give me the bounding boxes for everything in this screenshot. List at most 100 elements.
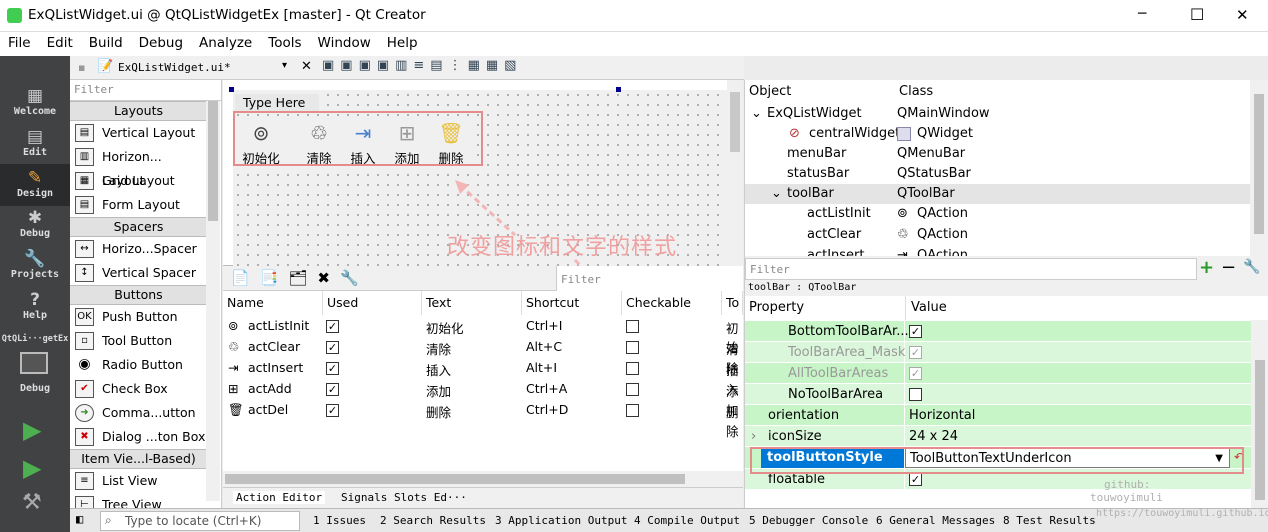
used-checkbox[interactable]: ✓	[326, 341, 339, 354]
widget-horizontal-layout[interactable]: ▥ Horizon... Layout	[70, 145, 207, 188]
document-filename[interactable]: ExQListWidget.ui*	[118, 61, 231, 74]
property-checkbox[interactable]: ✓	[909, 367, 922, 380]
minimize-button[interactable]: ─	[1138, 6, 1146, 22]
maximize-button[interactable]: ☐	[1190, 5, 1204, 24]
object-inspector-scrollbar[interactable]	[1250, 80, 1268, 256]
col-class[interactable]: Class	[895, 80, 933, 104]
pane-issues[interactable]: 1 Issues	[313, 514, 366, 527]
pane-general-messages[interactable]: 6 General Messages	[876, 514, 995, 527]
property-value[interactable]: ✓	[905, 342, 1251, 363]
mode-welcome[interactable]: ▦ Welcome	[0, 86, 70, 124]
widget-vertical-spacer[interactable]: ↕ Vertical Spacer	[70, 261, 207, 285]
tree-row[interactable]: actInsert ⇥ QAction	[745, 246, 1251, 256]
action-filter-input[interactable]: Filter	[556, 266, 743, 291]
chevron-right-icon[interactable]: ›	[751, 426, 756, 447]
form-editor-tools[interactable]: ▣▣▣▣▥≡▤⋮▦▦▧	[322, 58, 522, 73]
tree-row[interactable]: ⊘ centralWidget QWidget	[745, 124, 1251, 144]
tree-row[interactable]: actClear ♲ QAction	[745, 225, 1251, 245]
close-document-icon[interactable]: ✕	[301, 59, 312, 74]
pane-search-results[interactable]: 2 Search Results	[380, 514, 486, 527]
menu-file[interactable]: File	[0, 32, 39, 51]
property-filter-input[interactable]: Filter	[745, 258, 1197, 280]
configure-wrench-icon[interactable]: 🔧	[1243, 259, 1260, 275]
tree-row[interactable]: ⌄ ExQListWidget QMainWindow	[745, 104, 1251, 124]
remove-property-icon[interactable]: −	[1221, 257, 1236, 278]
scrollbar-thumb[interactable]	[730, 92, 740, 152]
widget-filter-input[interactable]: Filter	[70, 80, 221, 101]
checkable-checkbox[interactable]	[626, 383, 639, 396]
table-row[interactable]: ⊞ actAdd ✓ 添加 Ctrl+A 添加	[223, 379, 743, 418]
chevron-down-icon[interactable]: ▾	[282, 60, 287, 71]
checkable-checkbox[interactable]	[626, 362, 639, 375]
widget-tool-button[interactable]: ▫ Tool Button	[70, 329, 207, 353]
monitor-icon[interactable]	[20, 352, 48, 374]
category-layouts[interactable]: Layouts	[70, 101, 207, 121]
category-spacers[interactable]: Spacers	[70, 217, 207, 237]
run-icon[interactable]: ▶	[23, 416, 41, 444]
chevron-down-icon[interactable]: ⌄	[751, 104, 762, 124]
add-dynamic-property-icon[interactable]: +	[1199, 257, 1214, 278]
menu-window[interactable]: Window	[310, 32, 379, 51]
menu-debug[interactable]: Debug	[131, 32, 191, 51]
mode-edit[interactable]: ▤ Edit	[0, 127, 70, 165]
table-row[interactable]: ⊚ actListInit ✓ 初始化 Ctrl+I 初始	[223, 316, 743, 355]
project-label[interactable]: QtQLi···getEx	[0, 334, 70, 344]
mode-help[interactable]: ? Help	[0, 290, 70, 328]
scrollbar-thumb[interactable]	[1254, 94, 1264, 234]
menu-type-here[interactable]: Type Here	[235, 94, 319, 112]
widget-dialog-button-box[interactable]: ✖ Dialog ...ton Box	[70, 425, 207, 449]
checkable-checkbox[interactable]	[626, 404, 639, 417]
scrollbar-thumb[interactable]	[208, 101, 218, 221]
tree-row[interactable]: actListInit ⊚ QAction	[745, 204, 1251, 224]
property-row[interactable]: BottomToolBarAr... ✓	[745, 321, 1251, 342]
mode-design[interactable]: ✎ Design	[0, 164, 70, 206]
tree-row[interactable]: statusBar QStatusBar	[745, 164, 1251, 184]
chevron-down-icon[interactable]: ⌄	[771, 184, 782, 204]
col-used[interactable]: Used	[323, 291, 422, 315]
checkable-checkbox[interactable]	[626, 320, 639, 333]
col-property[interactable]: Property	[745, 296, 804, 320]
used-checkbox[interactable]: ✓	[326, 383, 339, 396]
used-checkbox[interactable]: ✓	[326, 362, 339, 375]
col-shortcut[interactable]: Shortcut	[522, 291, 622, 315]
property-checkbox[interactable]: ✓	[909, 346, 922, 359]
tab-action-editor[interactable]: Action Editor	[233, 491, 326, 504]
category-buttons[interactable]: Buttons	[70, 285, 207, 305]
col-checkable[interactable]: Checkable	[622, 291, 722, 315]
selection-handle[interactable]	[229, 87, 234, 92]
property-row[interactable]: NoToolBarArea	[745, 384, 1251, 405]
category-item-views[interactable]: Item Vie...l-Based)	[70, 449, 207, 469]
pane-application-output[interactable]: 3 Application Output	[495, 514, 627, 527]
col-value[interactable]: Value	[907, 296, 947, 320]
toggle-sidebar-icon[interactable]: ◧	[76, 512, 83, 526]
widget-command-link-button[interactable]: ➜ Comma...utton	[70, 401, 207, 425]
widget-vertical-layout[interactable]: ▤ Vertical Layout	[70, 121, 207, 145]
menu-build[interactable]: Build	[81, 32, 131, 51]
menu-tools[interactable]: Tools	[260, 32, 309, 51]
selection-handle[interactable]	[616, 87, 621, 92]
property-value[interactable]: 24 x 24	[905, 426, 1251, 447]
col-name[interactable]: Name	[223, 291, 323, 315]
tab-signals-slots[interactable]: Signals Slots Ed···	[341, 491, 467, 504]
widget-grid-layout[interactable]: ▦ Grid Layout	[70, 169, 207, 193]
widget-horizontal-spacer[interactable]: ↔ Horizo...Spacer	[70, 237, 207, 261]
widget-check-box[interactable]: ✔ Check Box	[70, 377, 207, 401]
property-value[interactable]: ✓	[905, 321, 1251, 342]
widget-box-scrollbar[interactable]	[206, 101, 220, 501]
property-row[interactable]: AllToolBarAreas ✓	[745, 363, 1251, 384]
property-value[interactable]: Horizontal	[905, 405, 1251, 426]
close-button[interactable]: ✕	[1236, 6, 1249, 24]
property-value[interactable]	[905, 384, 1251, 405]
property-checkbox[interactable]	[909, 388, 922, 401]
property-checkbox[interactable]: ✓	[909, 473, 922, 486]
menu-help[interactable]: Help	[379, 32, 426, 51]
menu-edit[interactable]: Edit	[39, 32, 81, 51]
menu-analyze[interactable]: Analyze	[191, 32, 260, 51]
property-row[interactable]: › iconSize 24 x 24	[745, 426, 1251, 447]
pane-compile-output[interactable]: 4 Compile Output	[634, 514, 740, 527]
property-checkbox[interactable]: ✓	[909, 325, 922, 338]
checkable-checkbox[interactable]	[626, 341, 639, 354]
widget-list-view[interactable]: ≡ List View	[70, 469, 207, 493]
widget-push-button[interactable]: OK Push Button	[70, 305, 207, 329]
property-row[interactable]: ToolBarArea_Mask ✓	[745, 342, 1251, 363]
